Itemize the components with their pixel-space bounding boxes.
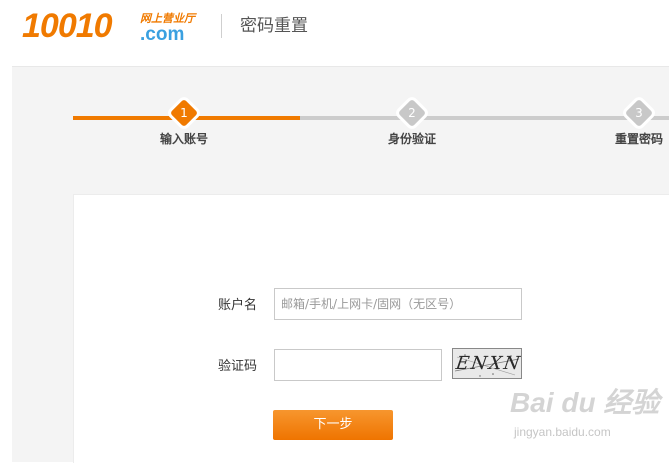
baidu-watermark: Bai du 经验 jingyan.baidu.com bbox=[510, 385, 660, 445]
account-label: 账户名 bbox=[217, 298, 257, 313]
page-header: 10010 网上营业厅 .com 密码重置 bbox=[0, 0, 669, 64]
logo-domain: .com bbox=[140, 24, 185, 45]
page-title: 密码重置 bbox=[240, 16, 308, 36]
step-2-label: 身份验证 bbox=[387, 132, 436, 146]
step-1: 1 输入账号 bbox=[124, 98, 244, 147]
watermark-url: jingyan.baidu.com bbox=[514, 425, 611, 439]
step-1-number: 1 bbox=[180, 106, 188, 120]
logo-number: 10010 bbox=[22, 7, 113, 45]
watermark-main: Bai du 经验 bbox=[510, 387, 660, 418]
captcha-label: 验证码 bbox=[217, 359, 257, 374]
captcha-image[interactable]: ENXN bbox=[452, 348, 522, 379]
next-step-button[interactable]: 下一步 bbox=[273, 410, 393, 440]
step-3-marker: 3 bbox=[624, 98, 654, 128]
step-3-number: 3 bbox=[635, 106, 643, 120]
step-1-marker: 1 bbox=[169, 98, 199, 128]
captcha-code: ENXN bbox=[454, 353, 522, 374]
step-3: 3 重置密码 bbox=[579, 98, 669, 147]
step-1-label: 输入账号 bbox=[159, 132, 208, 146]
step-2-marker: 2 bbox=[397, 98, 427, 128]
step-2: 2 身份验证 bbox=[352, 98, 472, 147]
step-2-number: 2 bbox=[408, 106, 416, 120]
step-3-label: 重置密码 bbox=[614, 132, 663, 146]
header-divider bbox=[221, 14, 222, 38]
account-input[interactable] bbox=[274, 288, 522, 320]
captcha-input[interactable] bbox=[274, 349, 442, 381]
